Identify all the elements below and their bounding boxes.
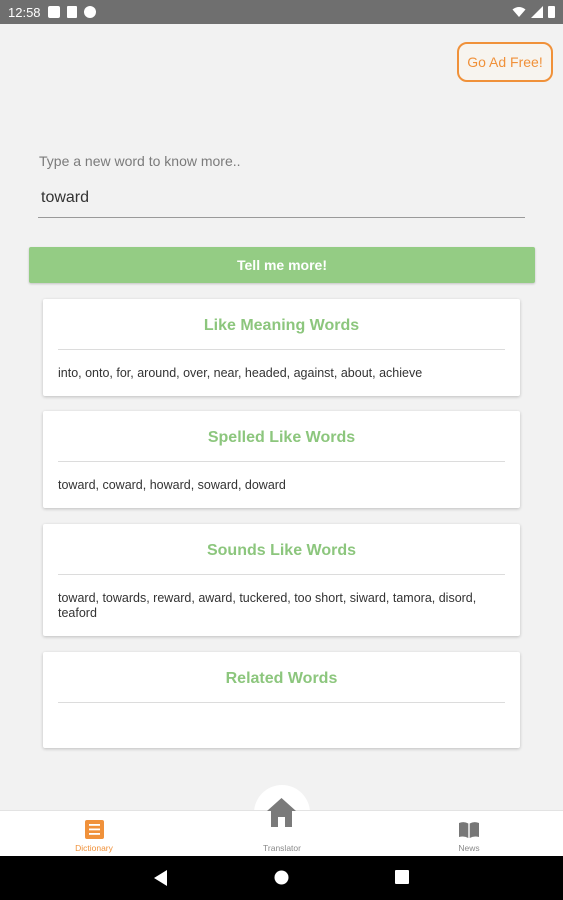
book-icon — [459, 822, 479, 838]
notification-icon — [47, 6, 60, 18]
card-content: toward, coward, howard, soward, doward — [58, 478, 286, 492]
related-words-card: Related Words — [43, 652, 520, 748]
search-input[interactable] — [38, 178, 525, 218]
divider — [58, 349, 505, 350]
go-ad-free-button[interactable]: Go Ad Free! — [457, 42, 553, 82]
card-content: into, onto, for, around, over, near, hea… — [58, 366, 423, 380]
card-title: Spelled Like Words — [207, 429, 356, 446]
nav-label-news: News — [458, 843, 480, 853]
status-bar: 12:58 — [0, 0, 563, 24]
battery-icon — [548, 6, 555, 18]
card-title: Sounds Like Words — [206, 542, 357, 559]
search-label: Type a new word to know more.. — [39, 153, 241, 169]
list-icon — [84, 820, 104, 839]
divider — [58, 461, 505, 462]
like-meaning-words-card: Like Meaning Words into, onto, for, arou… — [43, 299, 520, 396]
nav-label-translator: Translator — [263, 843, 301, 853]
back-icon[interactable] — [154, 870, 168, 886]
card-content: toward, towards, reward, award, tuckered… — [58, 591, 477, 620]
nav-label-dictionary: Dictionary — [75, 843, 113, 853]
recents-icon[interactable] — [395, 870, 409, 884]
divider — [58, 574, 505, 575]
home-icon[interactable] — [266, 797, 297, 828]
nav-item-dictionary[interactable]: Dictionary — [34, 811, 154, 857]
tell-me-more-button[interactable]: Tell me more! — [29, 247, 535, 283]
sounds-like-words-card: Sounds Like Words toward, towards, rewar… — [43, 524, 520, 636]
app-notification-icon — [83, 6, 96, 18]
home-circle-icon[interactable] — [274, 870, 289, 885]
status-time: 12:58 — [8, 4, 41, 20]
signal-icon — [531, 6, 543, 18]
system-navigation-bar — [0, 856, 563, 900]
wifi-icon — [512, 7, 526, 17]
card-title: Like Meaning Words — [203, 317, 360, 334]
sd-card-icon — [66, 6, 77, 18]
divider — [58, 702, 505, 703]
spelled-like-words-card: Spelled Like Words toward, coward, howar… — [43, 411, 520, 508]
nav-item-news[interactable]: News — [409, 811, 529, 857]
card-title: Related Words — [225, 670, 338, 687]
